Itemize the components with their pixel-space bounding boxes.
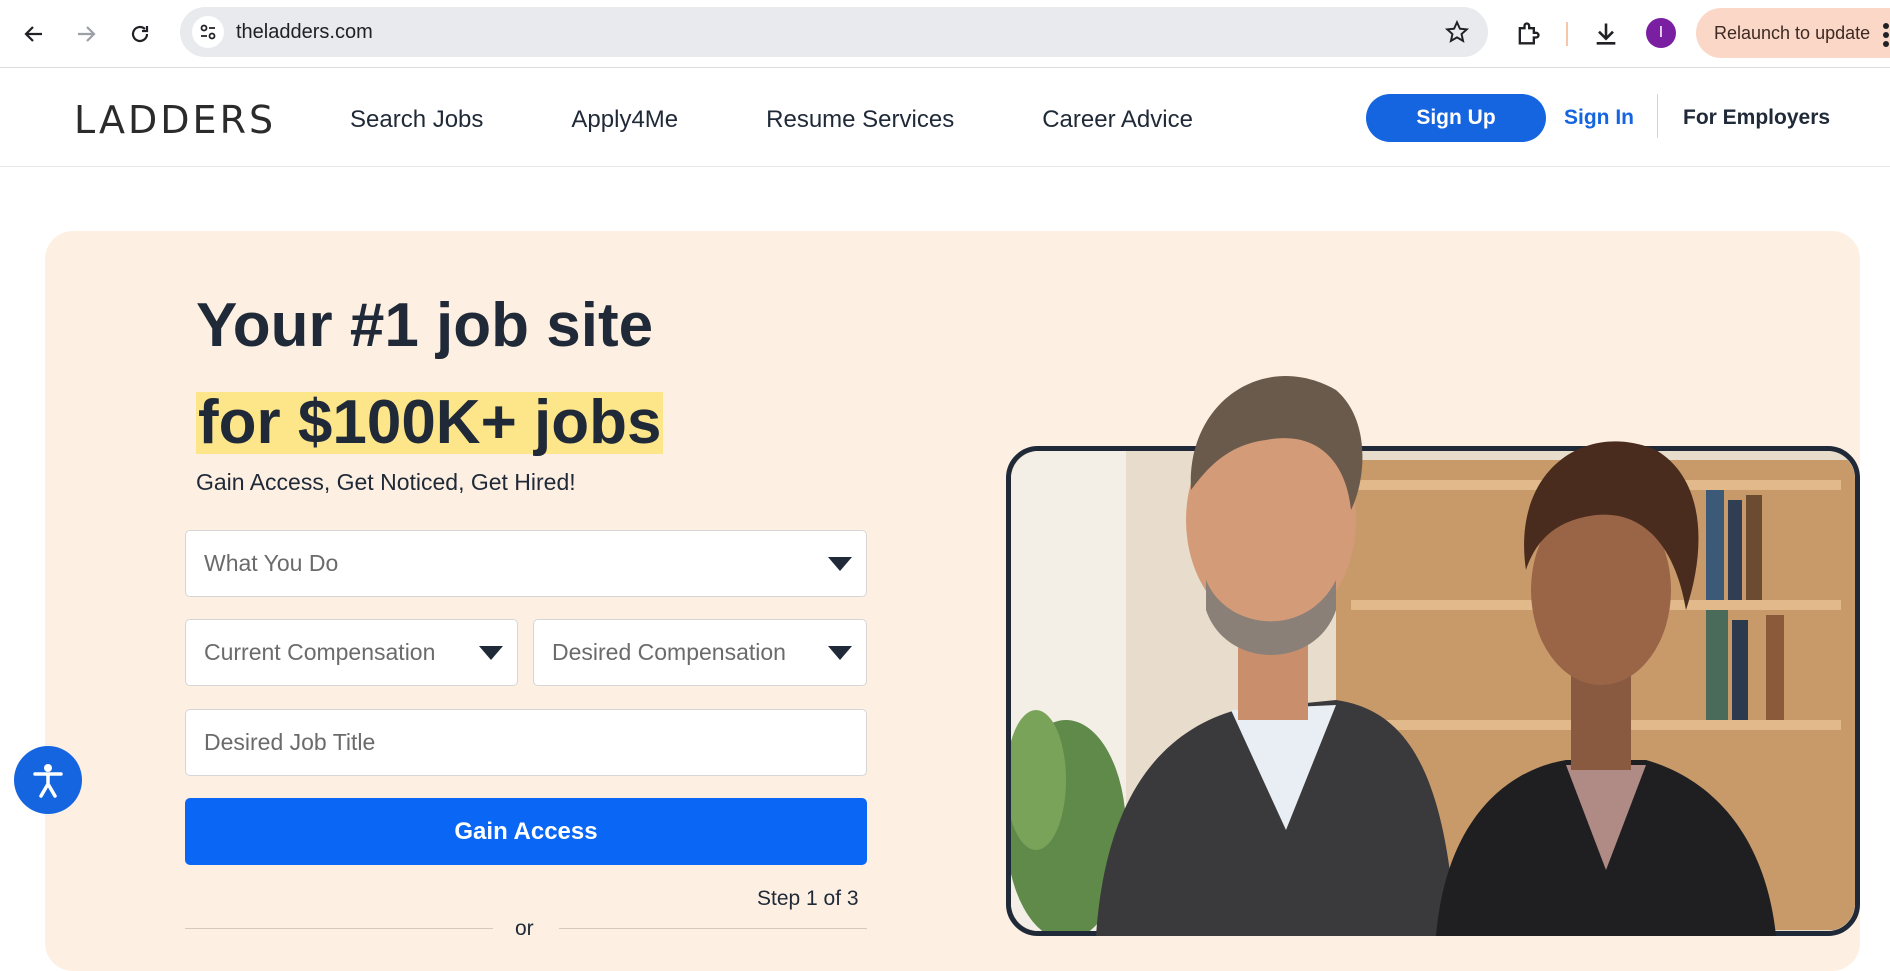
sign-in-link[interactable]: Sign In xyxy=(1564,106,1634,130)
accessibility-icon[interactable] xyxy=(14,746,82,814)
header-divider xyxy=(1657,94,1658,138)
what-you-do-select[interactable]: What You Do xyxy=(185,530,867,597)
star-icon[interactable] xyxy=(1444,19,1470,45)
nav-apply4me[interactable]: Apply4Me xyxy=(571,106,678,134)
chevron-down-icon xyxy=(479,645,503,660)
sign-up-button[interactable]: Sign Up xyxy=(1366,94,1546,142)
gain-access-button[interactable]: Gain Access xyxy=(185,798,867,865)
toolbar-divider xyxy=(1566,22,1568,46)
or-divider-right xyxy=(559,928,867,929)
step-indicator: Step 1 of 3 xyxy=(757,887,859,910)
current-compensation-label: Current Compensation xyxy=(204,639,436,665)
hero-tagline: Gain Access, Get Noticed, Get Hired! xyxy=(196,469,576,495)
url-text[interactable]: theladders.com xyxy=(236,21,373,44)
nav-resume-services[interactable]: Resume Services xyxy=(766,106,954,134)
extensions-icon[interactable] xyxy=(1510,16,1546,52)
download-icon[interactable] xyxy=(1588,16,1624,52)
more-vert-icon[interactable] xyxy=(1882,22,1890,48)
nav-career-advice[interactable]: Career Advice xyxy=(1042,106,1193,134)
site-info-icon[interactable] xyxy=(192,16,224,48)
relaunch-button[interactable]: Relaunch to update xyxy=(1696,8,1890,58)
site-header: LADDERS Search Jobs Apply4Me Resume Serv… xyxy=(0,68,1890,167)
address-bar[interactable]: theladders.com xyxy=(180,7,1488,57)
or-divider-text: or xyxy=(515,917,534,940)
or-divider-left xyxy=(185,928,493,929)
chevron-down-icon xyxy=(828,556,852,571)
hero-headline-line1: Your #1 job site xyxy=(196,291,654,360)
nav-search-jobs[interactable]: Search Jobs xyxy=(350,106,483,134)
what-you-do-label: What You Do xyxy=(204,550,339,576)
browser-toolbar: theladders.com I Relaunch to update xyxy=(0,0,1890,68)
desired-compensation-select[interactable]: Desired Compensation xyxy=(533,619,867,686)
desired-job-title-input[interactable]: Desired Job Title xyxy=(185,709,867,776)
reload-icon[interactable] xyxy=(120,14,160,54)
current-compensation-select[interactable]: Current Compensation xyxy=(185,619,518,686)
back-arrow-icon[interactable] xyxy=(14,14,54,54)
desired-job-title-placeholder: Desired Job Title xyxy=(204,729,376,755)
forward-arrow-icon[interactable] xyxy=(66,14,106,54)
chevron-down-icon xyxy=(828,645,852,660)
profile-avatar[interactable]: I xyxy=(1646,18,1676,48)
ladders-logo[interactable]: LADDERS xyxy=(74,98,276,142)
for-employers-link[interactable]: For Employers xyxy=(1683,106,1830,130)
hero-photo xyxy=(1011,376,1855,936)
main-nav: Search Jobs Apply4Me Resume Services Car… xyxy=(350,106,1281,134)
desired-compensation-label: Desired Compensation xyxy=(552,639,786,665)
hero-headline-line2: for $100K+ jobs xyxy=(196,388,664,457)
